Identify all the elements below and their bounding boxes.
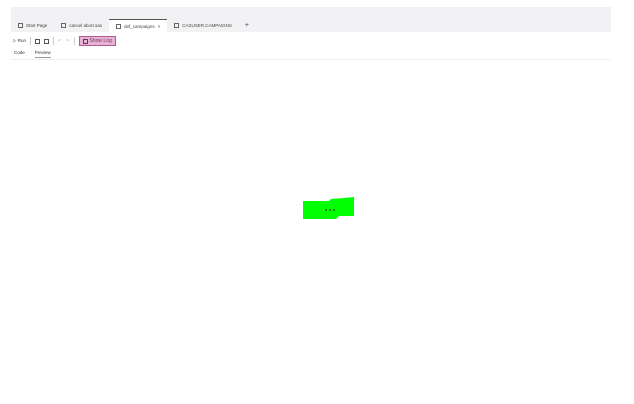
loading-dot — [329, 209, 331, 211]
undo-button[interactable]: ↶ — [58, 38, 62, 44]
tab-label: cancel abort.sas — [69, 23, 103, 28]
divider — [11, 59, 611, 60]
divider — [29, 37, 31, 45]
tab-label: CASUSER.CAMPAIGNS — [182, 23, 232, 28]
redo-button[interactable]: ↷ — [66, 38, 70, 44]
loading-indicator — [303, 197, 354, 219]
loading-dot — [333, 209, 335, 211]
divider — [73, 37, 75, 45]
tab-start-page[interactable]: Start Page — [11, 19, 54, 32]
divider — [52, 37, 54, 45]
program-icon — [116, 23, 122, 29]
tab-preview[interactable]: Preview — [34, 50, 51, 58]
tab-def-campaigns[interactable]: def_campaigns × — [109, 18, 168, 33]
tab-label: Start Page — [26, 23, 48, 28]
log-icon — [82, 38, 88, 44]
toolbar: ▷ Run ↶ ↷ Show Log — [13, 36, 116, 46]
loading-dot — [325, 209, 327, 211]
save-icon[interactable] — [34, 38, 40, 44]
tab-cancel-abort[interactable]: cancel abort.sas — [54, 19, 109, 32]
tab-casuser-campaigns[interactable]: CASUSER.CAMPAIGNS — [167, 19, 239, 32]
tab-code[interactable]: Code — [14, 50, 25, 58]
show-log-button[interactable]: Show Log — [78, 36, 116, 46]
table-icon — [174, 23, 180, 28]
tab-label: def_campaigns — [124, 23, 155, 29]
close-icon[interactable]: × — [158, 24, 161, 29]
view-tabs: Code Preview — [14, 50, 51, 58]
program-icon — [61, 23, 67, 28]
add-tab-button[interactable]: + — [239, 22, 255, 29]
tab-bar: Start Page cancel abort.sas def_campaign… — [11, 18, 255, 33]
run-button[interactable]: ▷ Run — [13, 38, 26, 44]
save-as-icon[interactable] — [43, 38, 49, 44]
show-log-label: Show Log — [89, 38, 112, 44]
loader-background — [303, 197, 354, 219]
page-icon — [18, 23, 23, 28]
